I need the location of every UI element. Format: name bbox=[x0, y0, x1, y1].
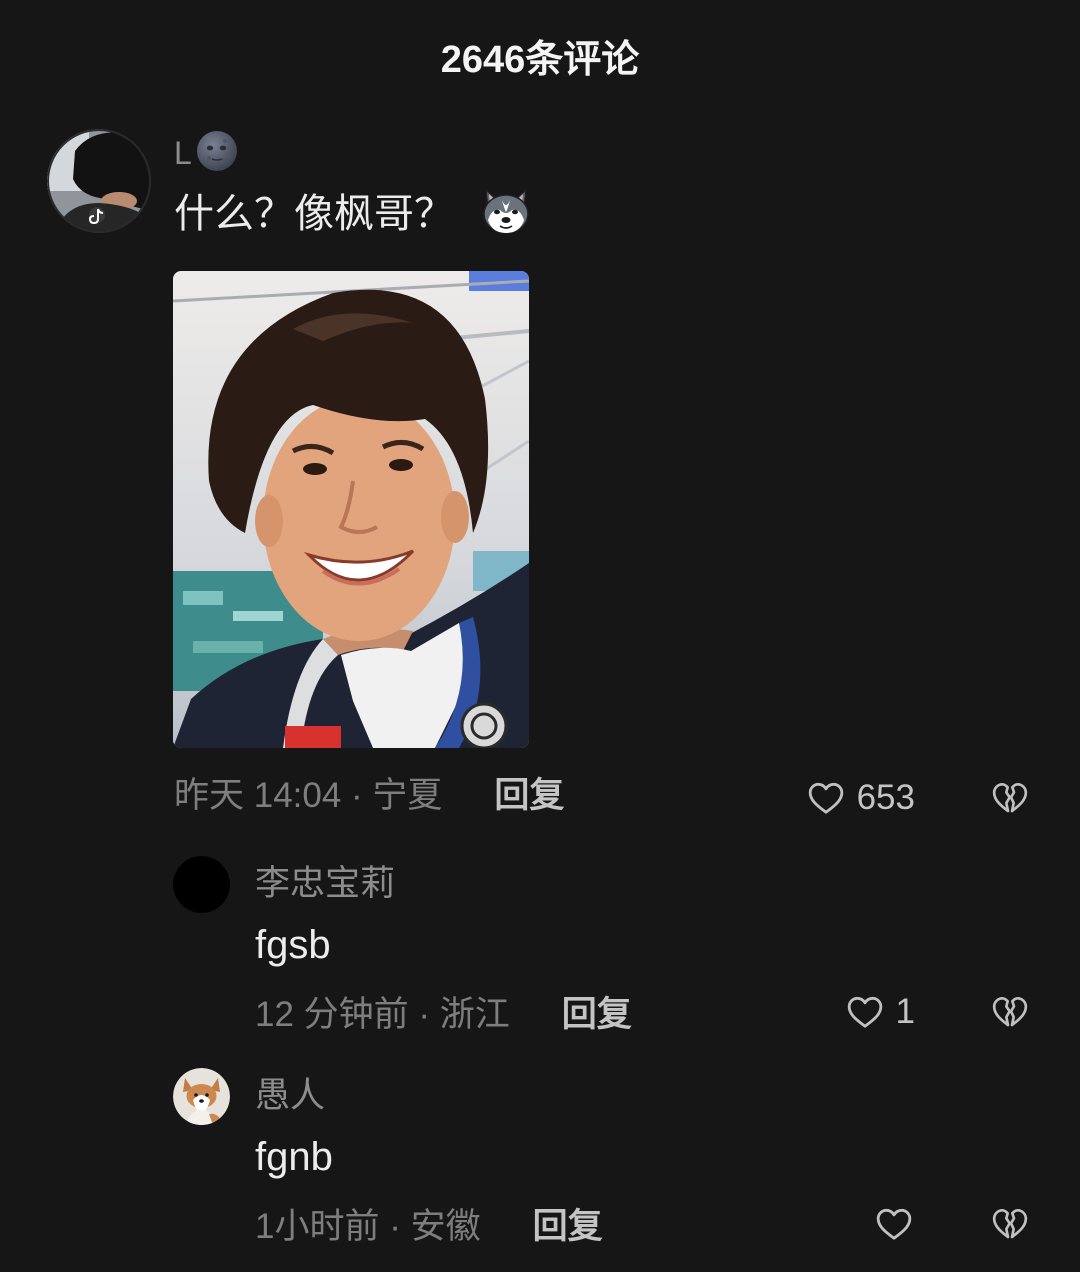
comments-count-title: 2646条评论 bbox=[440, 39, 640, 81]
reply-time-location: 12 分钟前 · 浙江 bbox=[255, 995, 510, 1034]
like-count: 653 bbox=[856, 778, 915, 817]
reply-meta: 1小时前 · 安徽 回复 bbox=[255, 1207, 603, 1247]
like-button[interactable]: 1 bbox=[844, 990, 915, 1034]
like-count: 1 bbox=[895, 992, 915, 1031]
comment-time-location: 昨天 14:04 · 宁夏 bbox=[174, 776, 443, 815]
husky-emoji bbox=[480, 186, 532, 243]
reply-button[interactable]: 回复 bbox=[494, 776, 564, 816]
commenter-name-row[interactable]: L bbox=[174, 130, 240, 176]
reply-text[interactable]: fgsb bbox=[255, 921, 331, 969]
like-button[interactable] bbox=[873, 1202, 915, 1246]
like-button[interactable]: 653 bbox=[805, 776, 915, 820]
reply-username[interactable]: 愚人 bbox=[255, 1076, 325, 1116]
commenter-avatar[interactable] bbox=[47, 129, 151, 233]
reply-item: 愚人 fgnb 1小时前 · 安徽 回复 bbox=[0, 1068, 1080, 1258]
heart-outline-icon bbox=[805, 778, 847, 818]
dislike-button[interactable] bbox=[990, 992, 1030, 1032]
reply-time-location: 1小时前 · 安徽 bbox=[255, 1207, 481, 1246]
reply-button[interactable]: 回复 bbox=[562, 995, 632, 1035]
broken-heart-icon bbox=[990, 992, 1030, 1032]
new-moon-face-emoji bbox=[194, 128, 240, 179]
reply-button[interactable]: 回复 bbox=[533, 1207, 603, 1247]
reply-avatar[interactable] bbox=[173, 856, 230, 913]
comment-meta: 昨天 14:04 · 宁夏 回复 bbox=[174, 776, 564, 816]
dislike-button[interactable] bbox=[990, 1204, 1030, 1244]
reply-avatar[interactable] bbox=[173, 1068, 230, 1125]
reply-item: 李忠宝莉 fgsb 12 分钟前 · 浙江 回复 1 bbox=[0, 856, 1080, 1046]
reply-text[interactable]: fgnb bbox=[255, 1133, 333, 1181]
comment-content[interactable]: 什么？像枫哥？ bbox=[174, 186, 532, 242]
broken-heart-icon bbox=[990, 1204, 1030, 1244]
comment-text[interactable]: 什么？像枫哥？ bbox=[174, 186, 454, 242]
reply-meta: 12 分钟前 · 浙江 回复 bbox=[255, 995, 632, 1035]
commenter-username[interactable]: L bbox=[174, 130, 192, 176]
reply-username[interactable]: 李忠宝莉 bbox=[255, 864, 395, 904]
broken-heart-icon bbox=[990, 778, 1030, 818]
comment-image[interactable] bbox=[173, 271, 529, 748]
dislike-button[interactable] bbox=[990, 778, 1030, 818]
heart-outline-icon bbox=[844, 992, 886, 1032]
heart-outline-icon bbox=[873, 1204, 915, 1244]
